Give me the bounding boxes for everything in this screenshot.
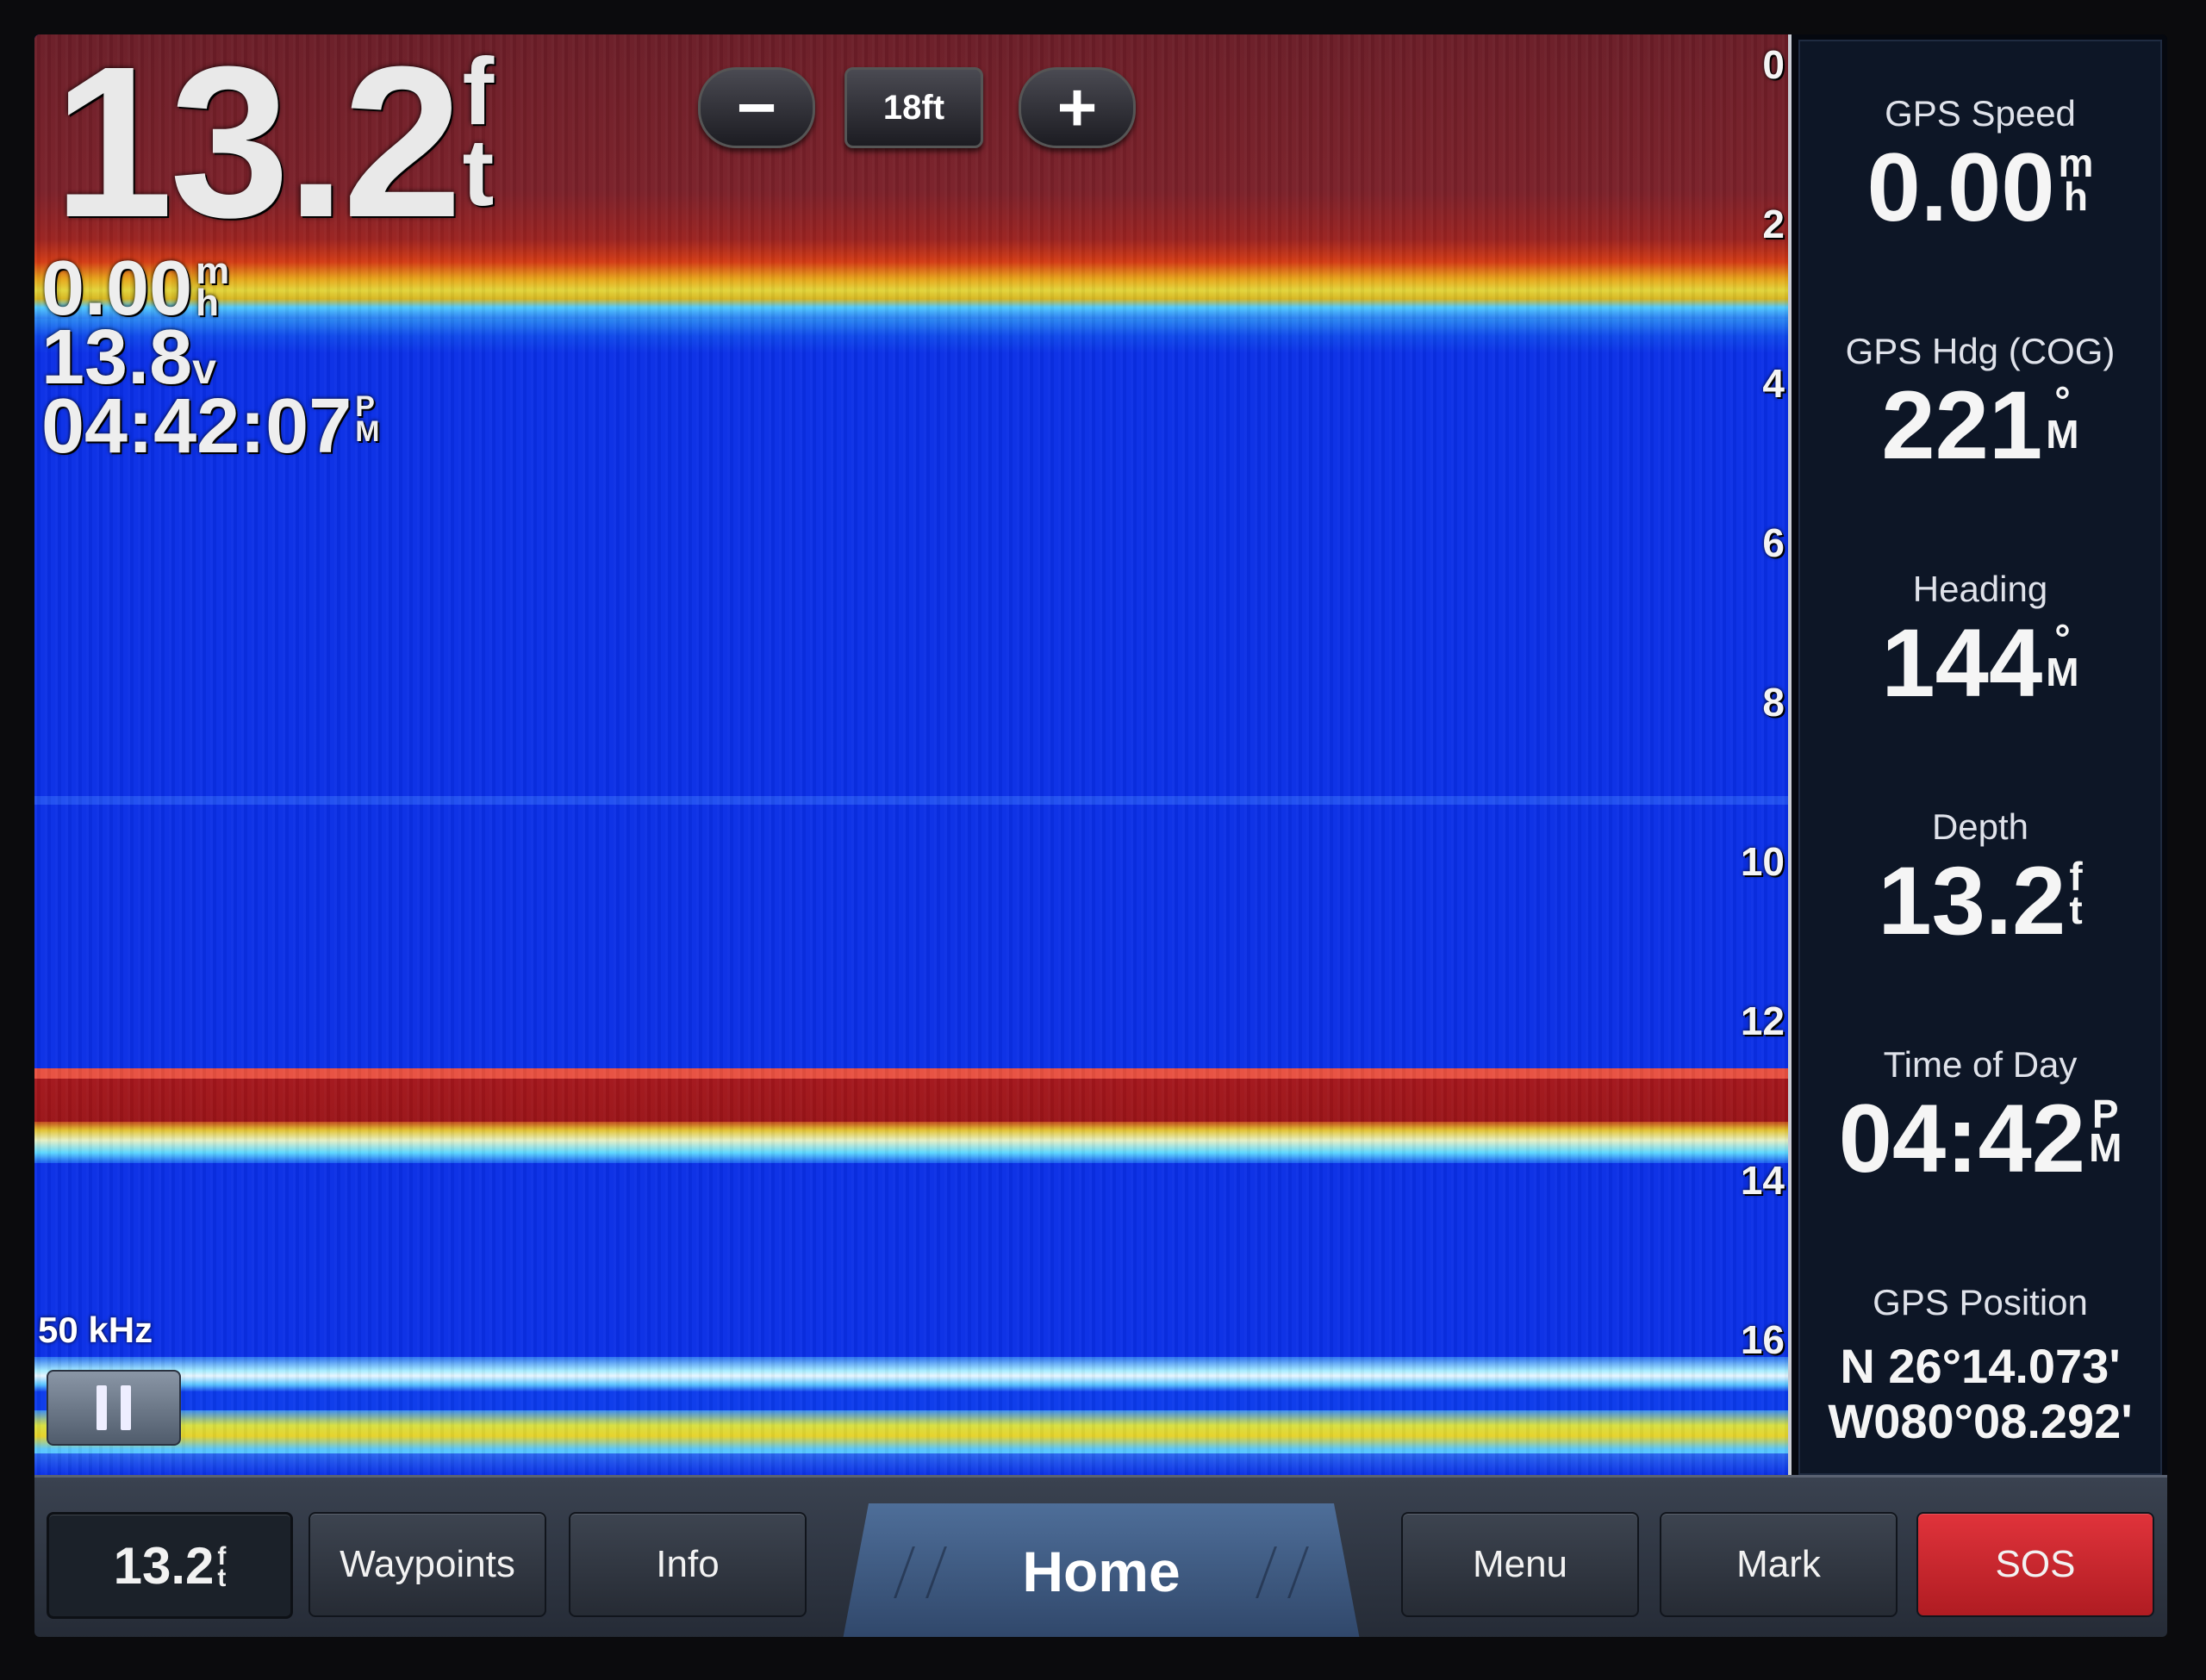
- time-of-day-field[interactable]: Time of Day 04:42 P M: [1800, 1044, 2160, 1187]
- latitude-value: N 26°14.073': [1840, 1339, 2121, 1393]
- second-echo-gap: [34, 1391, 1788, 1410]
- tab-grip-right: [1256, 1546, 1309, 1598]
- sos-button[interactable]: SOS: [1916, 1512, 2154, 1617]
- gps-speed-label: GPS Speed: [1885, 93, 2076, 134]
- time-readout: 04:42:07 P M: [41, 388, 380, 465]
- second-echo-yellow: [34, 1410, 1788, 1453]
- depth-scale-label: 12: [1740, 999, 1785, 1043]
- time-of-day-label: Time of Day: [1883, 1044, 2078, 1085]
- depth-readout: 13.2 f t: [53, 34, 494, 250]
- time-of-day-value: 04:42 P M: [1838, 1085, 2122, 1192]
- cog-label: GPS Hdg (COG): [1845, 331, 2116, 371]
- mark-button[interactable]: Mark: [1660, 1512, 1898, 1617]
- menu-button[interactable]: Menu: [1401, 1512, 1639, 1617]
- tab-grip-left: [894, 1546, 947, 1598]
- home-button[interactable]: Home: [843, 1503, 1360, 1637]
- second-echo: [34, 1357, 1788, 1391]
- depth-label: Depth: [1931, 806, 2029, 847]
- depth-value: 13.2: [53, 34, 463, 262]
- time-unit: PM: [355, 390, 380, 448]
- second-echo-tail: [34, 1453, 1788, 1475]
- zoom-out-button[interactable]: −: [698, 67, 815, 148]
- depth-scale-label: 2: [1762, 202, 1785, 246]
- cog-value: 221 ° M: [1881, 371, 2079, 479]
- gps-position-field[interactable]: GPS Position N 26°14.073' W080°08.292': [1800, 1282, 2160, 1450]
- depth-scale-label: 10: [1740, 839, 1785, 884]
- depth-scale-label: 6: [1762, 520, 1785, 565]
- pause-icon: [97, 1385, 107, 1430]
- bottom-return: [34, 1068, 1788, 1079]
- gps-speed-value: 0.00 m h: [1866, 134, 2094, 241]
- info-button[interactable]: Info: [569, 1512, 807, 1617]
- frequency-label: 50 kHz: [38, 1310, 153, 1350]
- bottom-return-core: [34, 1079, 1788, 1122]
- range-button[interactable]: 18ft: [844, 67, 983, 148]
- depth-scale-label: 18: [1741, 1469, 1785, 1475]
- time-value: 04:42:07: [41, 383, 352, 470]
- depth-databox-button[interactable]: 13.2 f t: [47, 1512, 293, 1619]
- heading-field[interactable]: Heading 144 ° M: [1800, 569, 2160, 712]
- depth-scale-label: 14: [1740, 1158, 1785, 1203]
- depth-scale-label: 0: [1762, 42, 1785, 87]
- gps-speed-field[interactable]: GPS Speed 0.00 m h: [1800, 93, 2160, 236]
- depth-scale-label: 4: [1762, 361, 1785, 406]
- longitude-value: W080°08.292': [1828, 1394, 2133, 1449]
- pause-button[interactable]: [47, 1370, 181, 1446]
- depth-field[interactable]: Depth 13.2 f t: [1800, 806, 2160, 949]
- waypoints-button[interactable]: Waypoints: [308, 1512, 546, 1617]
- surface-edge: [34, 319, 1788, 353]
- chartplotter-screen: 13.2 f t 0.00 m h 13.8v 04:42:07 P M − 18ft + …: [34, 34, 2167, 1637]
- sonar-view[interactable]: 13.2 f t 0.00 m h 13.8v 04:42:07 P M − 18ft + …: [34, 34, 1788, 1475]
- speed-unit: mh: [196, 250, 230, 325]
- gps-position-label: GPS Position: [1873, 1282, 2088, 1322]
- heading-value: 144 ° M: [1881, 609, 2079, 717]
- depth-scale-label: 8: [1762, 680, 1785, 725]
- heading-label: Heading: [1912, 569, 2048, 609]
- noise-line: [34, 796, 1788, 805]
- depth-scale-label: 16: [1740, 1317, 1785, 1362]
- cog-field[interactable]: GPS Hdg (COG) 221 ° M: [1800, 331, 2160, 474]
- data-panel[interactable]: GPS Speed 0.00 m h GPS Hdg (COG) 221 ° M Hea…: [1788, 34, 2167, 1475]
- depth-unit: ft: [462, 39, 495, 226]
- zoom-in-button[interactable]: +: [1019, 67, 1136, 148]
- panel-depth-value: 13.2 f t: [1878, 847, 2083, 955]
- bottom-bar: 13.2 f t Waypoints Info Home Menu Mark SOS: [34, 1475, 2167, 1637]
- bottom-return-fringe: [34, 1122, 1788, 1163]
